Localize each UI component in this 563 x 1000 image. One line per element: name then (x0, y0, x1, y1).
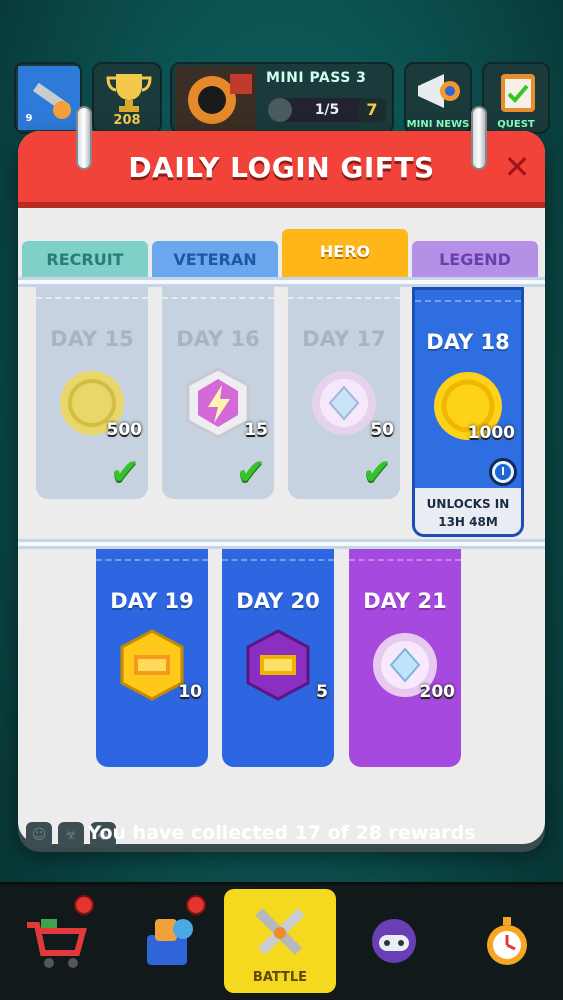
reward-day-label: DAY 21 (363, 589, 447, 613)
middle-shelf (18, 539, 545, 549)
bottom-nav: BATTLE (0, 882, 563, 1000)
notification-dot (74, 895, 94, 915)
nav-events[interactable] (451, 893, 563, 997)
binder-ring-left (76, 106, 92, 170)
helmet-mascot-icon (372, 919, 416, 963)
reward-quantity: 5 (316, 682, 328, 702)
reward-card-day-17[interactable]: DAY 17 50 ✔ (288, 287, 400, 499)
mini-news-tile[interactable]: MINI NEWS (404, 62, 472, 134)
trophy-count: 208 (113, 113, 141, 128)
reward-day-label: DAY 15 (50, 327, 134, 351)
tab-hero[interactable]: HERO (282, 229, 408, 277)
binder-ring-right (471, 106, 487, 170)
megaphone-icon (418, 74, 460, 108)
crossed-swords-icon (255, 908, 305, 955)
card-perforation (222, 549, 334, 561)
mini-pass-title: MINI PASS 3 (266, 70, 367, 86)
reward-day-label: DAY 19 (110, 589, 194, 613)
quest-label: QUEST (497, 119, 535, 130)
quest-tile[interactable]: QUEST (482, 62, 550, 134)
reward-quantity: 1000 (467, 423, 515, 443)
reward-quantity: 500 (106, 420, 143, 440)
claimed-check-icon: ✔ (109, 452, 140, 493)
reward-quantity: 200 (419, 682, 456, 702)
reward-day-label: DAY 16 (176, 327, 260, 351)
nav-clan[interactable] (338, 893, 450, 997)
reward-card-day-21[interactable]: DAY 21 200 (349, 549, 461, 767)
reward-day-label: DAY 17 (302, 327, 386, 351)
reward-card-day-19[interactable]: DAY 19 10 (96, 549, 208, 767)
tab-recruit[interactable]: RECRUIT (22, 241, 148, 277)
level-badge: 9 (20, 110, 38, 128)
card-perforation (36, 287, 148, 299)
purple-ticket-hex-icon (240, 627, 316, 703)
mini-pass-tile[interactable]: MINI PASS 3 1/5 7 (170, 62, 394, 134)
reward-day-label: DAY 20 (236, 589, 320, 613)
collection-footer: ☺ ☣ ◆ You have collected 17 of 28 reward… (18, 818, 545, 856)
quest-clipboard-icon (501, 74, 535, 112)
reward-quantity: 10 (178, 682, 202, 702)
unlock-timer: UNLOCKS IN 13H 48M (415, 488, 521, 534)
nav-battle-label: BATTLE (252, 970, 308, 985)
stopwatch-icon (487, 917, 527, 965)
trophy-icon (106, 74, 152, 112)
card-perforation (162, 287, 274, 299)
top-shelf (18, 277, 545, 287)
reward-card-day-18[interactable]: DAY 18 1000 UNLOCKS IN 13H 48M (412, 287, 524, 537)
nav-battle[interactable]: BATTLE (224, 889, 336, 993)
reward-quantity: 15 (244, 420, 268, 440)
mini-news-label: MINI NEWS (406, 119, 470, 130)
daily-login-modal: DAILY LOGIN GIFTS ✕ RECRUIT VETERAN HERO… (18, 131, 545, 844)
collected-rewards-text: You have collected 17 of 28 rewards (87, 822, 476, 844)
mini-pass-icon (176, 66, 256, 132)
profile-tile[interactable]: 9 (14, 62, 82, 134)
fist-cards-icon (147, 919, 193, 965)
nav-shop[interactable] (0, 893, 112, 997)
trophy-tile[interactable]: 208 (92, 62, 162, 134)
shopping-cart-icon (27, 919, 87, 968)
claimed-check-icon: ✔ (235, 452, 266, 493)
unlock-label: UNLOCKS IN (426, 497, 510, 511)
reward-card-day-16[interactable]: DAY 16 15 ✔ (162, 287, 274, 499)
reward-card-day-20[interactable]: DAY 20 5 (222, 549, 334, 767)
close-button[interactable]: ✕ (503, 151, 531, 183)
reward-day-label: DAY 18 (426, 330, 510, 354)
claimed-check-icon: ✔ (361, 452, 392, 493)
lock-icon (489, 458, 517, 486)
tab-legend[interactable]: LEGEND (412, 241, 538, 277)
card-perforation (415, 290, 521, 302)
card-perforation (96, 549, 208, 561)
mini-pass-step: 7 (358, 98, 386, 122)
notification-dot (186, 895, 206, 915)
modal-title: DAILY LOGIN GIFTS (128, 151, 435, 184)
tab-veteran[interactable]: VETERAN (152, 241, 278, 277)
tier-tabs: RECRUIT VETERAN HERO LEGEND (22, 229, 545, 277)
reward-card-day-15[interactable]: DAY 15 500 ✔ (36, 287, 148, 499)
modal-header: DAILY LOGIN GIFTS ✕ (18, 131, 545, 208)
unlock-countdown: 13H 48M (438, 515, 498, 529)
card-perforation (349, 549, 461, 561)
reward-quantity: 50 (370, 420, 394, 440)
card-perforation (288, 287, 400, 299)
nav-cards[interactable] (112, 893, 224, 997)
